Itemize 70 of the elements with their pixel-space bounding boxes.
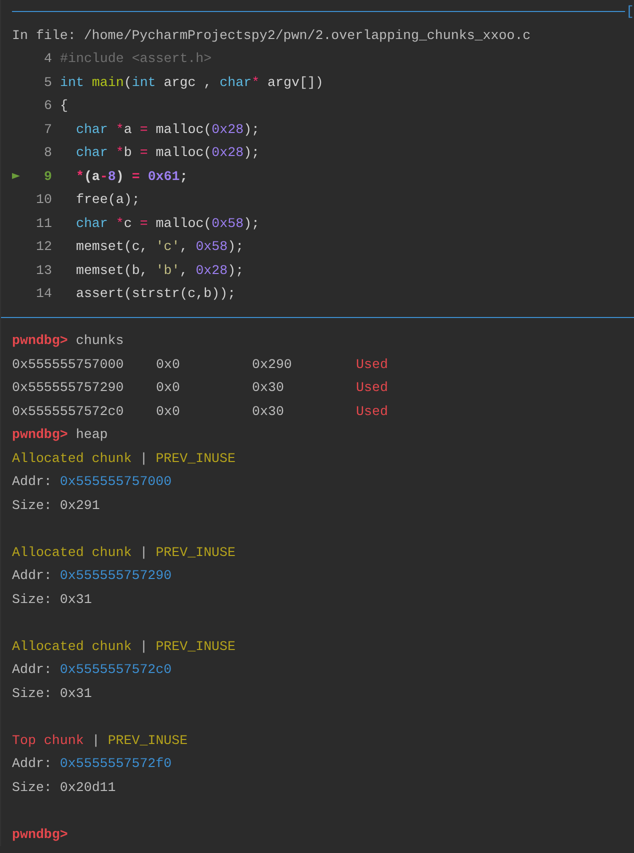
- separator: |: [140, 638, 148, 656]
- separator: |: [140, 450, 148, 468]
- field-value: 0x5555557572c0: [60, 661, 172, 679]
- chunk-title: Top chunk: [12, 732, 84, 750]
- command: heap: [76, 426, 108, 444]
- field-label: Addr:: [12, 473, 52, 491]
- table-cell: 0x30: [252, 380, 284, 395]
- status-label: Used: [356, 402, 388, 420]
- file-path: In file: /home/PycharmProjectspy2/pwn/2.overlapping_chunks_xxoo.c: [12, 26, 532, 44]
- chunk-title: Allocated chunk: [12, 450, 132, 468]
- table-cell: 0x0: [156, 404, 180, 418]
- table-cell: 0x30: [252, 404, 284, 418]
- field-label: Addr:: [12, 567, 52, 585]
- flag-label: PREV_INUSE: [108, 732, 188, 750]
- line-number: 8: [44, 144, 52, 162]
- status-label: Used: [356, 379, 388, 397]
- table-cell: 0x555555757290: [12, 380, 124, 395]
- line-number: 7: [44, 120, 52, 138]
- code-line: assert(strstr(c,b));: [74, 285, 236, 303]
- chunk-title: Allocated chunk: [12, 638, 132, 656]
- field-value: 0x291: [60, 496, 100, 514]
- line-number: 6: [44, 97, 52, 115]
- code-line: char *a = malloc(0x28);: [74, 120, 260, 138]
- status-label: Used: [356, 356, 388, 374]
- line-number: 5: [44, 74, 52, 92]
- code-line: char *c = malloc(0x58);: [74, 214, 260, 232]
- code-line: memset(b, 'b', 0x28);: [74, 262, 244, 280]
- line-number: 10: [36, 191, 52, 209]
- line-number: 9: [44, 168, 52, 186]
- chunk-title: Allocated chunk: [12, 544, 132, 562]
- separator: |: [92, 732, 100, 750]
- code-line: memset(c, 'c', 0x58);: [74, 238, 244, 256]
- line-number: 12: [36, 238, 52, 256]
- flag-label: PREV_INUSE: [156, 638, 236, 656]
- field-value: 0x555555757290: [60, 567, 172, 585]
- table-cell: 0x290: [252, 356, 292, 372]
- field-value: 0x20d11: [60, 778, 116, 796]
- flag-label: PREV_INUSE: [156, 544, 236, 562]
- flag-label: PREV_INUSE: [156, 450, 236, 468]
- prompt: pwndbg>: [12, 426, 68, 444]
- field-value: 0x31: [60, 590, 92, 608]
- table-cell: 0x555555757000: [12, 356, 124, 372]
- table-cell: 0x5555557572c0: [12, 404, 124, 418]
- prompt: pwndbg>: [12, 826, 68, 844]
- rule-end-bracket: [: [626, 3, 634, 21]
- table-cell: 0x0: [156, 380, 180, 395]
- line-number: 11: [36, 214, 52, 232]
- field-value: 0x555555757000: [60, 473, 172, 491]
- code-line: char *b = malloc(0x28);: [74, 144, 260, 162]
- field-label: Size:: [12, 590, 52, 608]
- line-number: 13: [36, 262, 52, 280]
- current-line-icon: [12, 173, 20, 180]
- command: chunks: [76, 332, 124, 350]
- prompt: pwndbg>: [12, 332, 68, 350]
- separator: |: [140, 544, 148, 562]
- code-line: *(a-8) = 0x61;: [74, 168, 188, 186]
- code-line: #include <assert.h>: [60, 50, 212, 68]
- field-value: 0x5555557572f0: [60, 755, 172, 773]
- code-line: free(a);: [74, 191, 140, 209]
- field-label: Addr:: [12, 755, 52, 773]
- line-number: 4: [44, 50, 52, 68]
- code-line: int main(int argc , char* argv[]): [60, 74, 324, 92]
- field-label: Size:: [12, 496, 52, 514]
- field-label: Size:: [12, 684, 52, 702]
- line-number: 14: [36, 285, 52, 303]
- table-cell: 0x0: [156, 356, 180, 372]
- field-value: 0x31: [60, 684, 92, 702]
- field-label: Size:: [12, 778, 52, 796]
- code-line: {: [60, 97, 68, 115]
- field-label: Addr:: [12, 661, 52, 679]
